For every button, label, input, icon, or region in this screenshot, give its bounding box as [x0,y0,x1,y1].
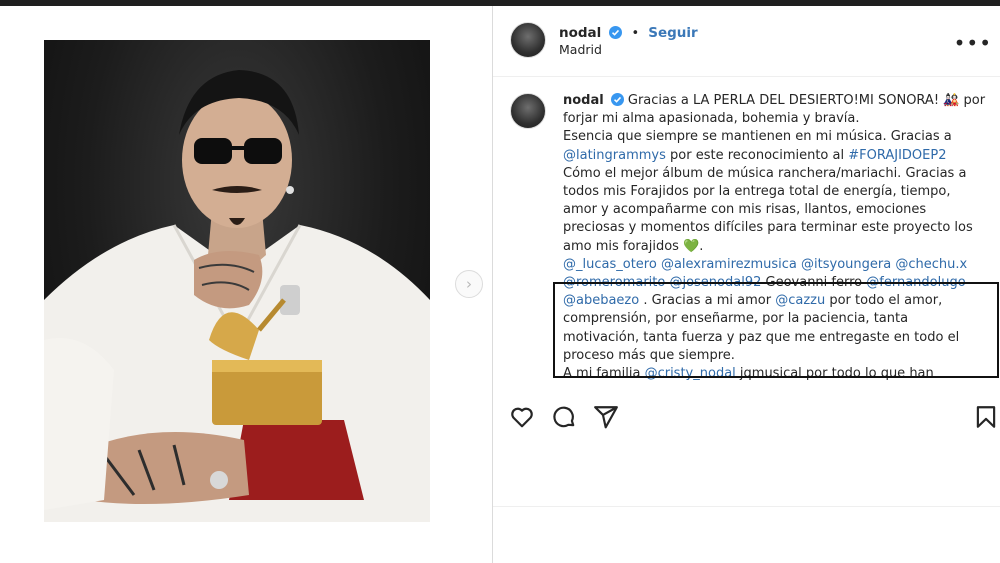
mention-link[interactable]: @fernandolugo [866,275,965,290]
caption-scroll-area[interactable]: nodal Gracias a LA PERLA DEL DESIERTO!MI… [493,77,1000,385]
caption-part: Gracias a LA PERLA DEL DESIERTO!MI SONOR… [627,93,944,108]
mention-link[interactable]: @alexramirezmusica [661,257,797,272]
photo-illustration [44,70,430,522]
comment-divider [493,506,1000,507]
mention-link[interactable]: @romeromarito [563,275,665,290]
green-heart-emoji: 💚 [683,238,700,254]
chevron-right-icon: › [466,275,472,293]
caption-part: . [699,238,704,254]
mention-link[interactable]: @itsyoungera [801,257,891,272]
header-user-row: nodal • Seguir [559,22,698,41]
mention-link[interactable]: @cazzu [775,293,825,308]
caption-part: Esencia que siempre se mantienen en mi m… [563,129,952,145]
caption-part: Geovanni ferro [761,275,867,291]
verified-icon [609,26,623,39]
caption-username[interactable]: nodal [563,93,604,108]
dolls-emoji: 🎎 [943,93,960,108]
location-link[interactable]: Madrid [559,42,602,57]
caption-avatar[interactable] [510,93,546,129]
mention-link[interactable]: @chechu.x [895,257,967,272]
mention-link[interactable]: @cristy_nodal [645,366,736,381]
hashtag-link[interactable]: #FORAJIDOEP2 [848,148,946,163]
post-photo[interactable] [44,40,430,522]
comment-icon[interactable] [551,404,577,430]
caption-part: por este reconocimiento al [665,147,849,163]
username-link[interactable]: nodal [559,25,601,41]
mention-link[interactable]: @abebaezo [563,293,639,308]
caption-part: . Gracias a mi amor [639,293,776,309]
caption-part: A mi familia [563,366,645,382]
next-photo-button[interactable]: › [455,270,483,298]
more-options-icon[interactable]: ••• [954,31,992,55]
avatar[interactable] [510,22,546,58]
separator-dot: • [631,26,640,41]
share-icon[interactable] [593,404,619,430]
mention-link[interactable]: @latingrammys [563,148,666,163]
mention-link[interactable]: @josenodal92 [669,275,761,290]
verified-icon [610,93,624,106]
caption-part: Cómo el mejor álbum de música ranchera/m… [563,165,973,254]
caption-part: jqmusical por todo lo que han [735,366,934,382]
heart-icon[interactable] [509,404,535,430]
post-header: nodal • Seguir Madrid ••• [493,6,1000,77]
mention-link[interactable]: @_lucas_otero [563,257,657,272]
caption-text: nodal Gracias a LA PERLA DEL DESIERTO!MI… [563,92,988,383]
follow-button[interactable]: Seguir [648,25,697,41]
bookmark-icon[interactable] [973,404,999,430]
action-bar [493,398,1000,436]
